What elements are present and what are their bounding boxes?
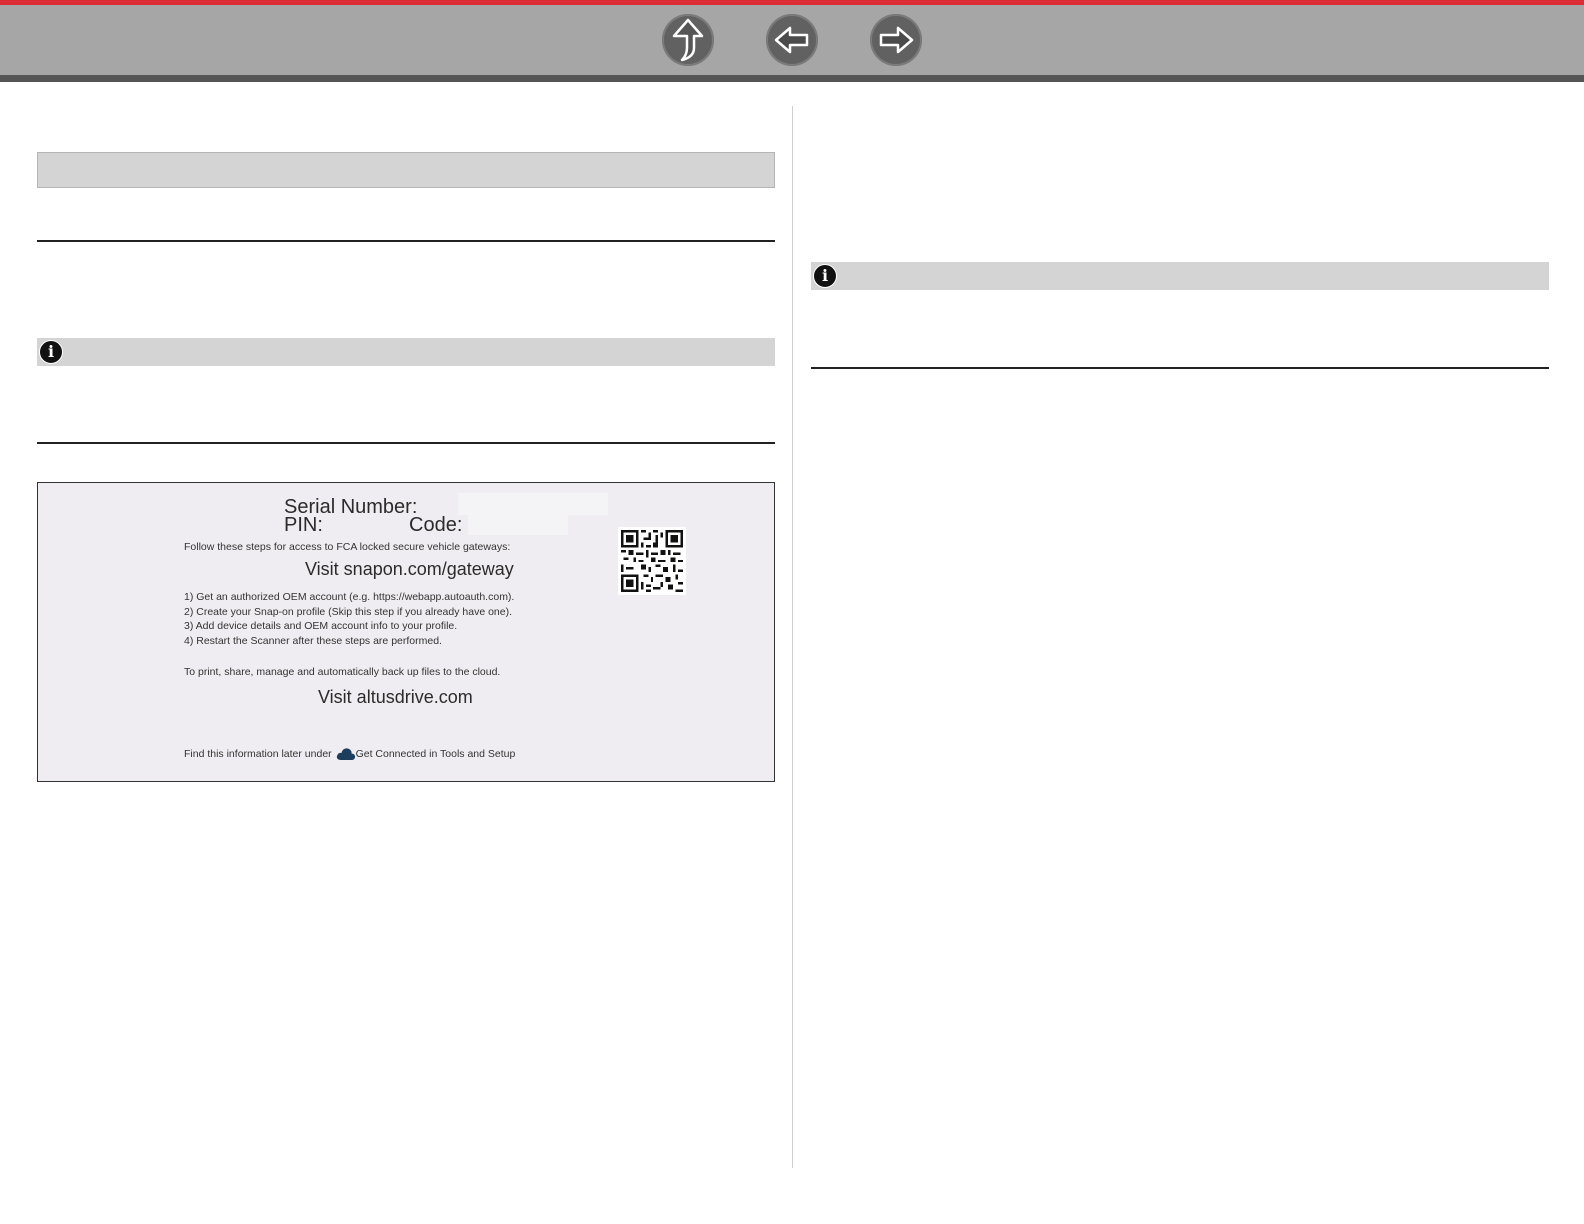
note-end-rule bbox=[811, 367, 1549, 369]
gateway-steps-list: 1) Get an authorized OEM account (e.g. h… bbox=[184, 590, 514, 648]
info-icon: i bbox=[39, 340, 63, 364]
figure-footer: Find this information later under Get Co… bbox=[184, 747, 515, 761]
visit-gateway-link: Visit snapon.com/gateway bbox=[305, 559, 514, 579]
gateway-steps-intro: Follow these steps for access to FCA loc… bbox=[184, 541, 511, 553]
column-divider bbox=[792, 106, 793, 1168]
footer-text-before: Find this information later under bbox=[184, 748, 335, 760]
section-rule bbox=[37, 240, 775, 242]
top-navigation-bar bbox=[0, 0, 1584, 82]
up-button[interactable] bbox=[662, 14, 714, 66]
visit-altusdrive-link: Visit altusdrive.com bbox=[318, 687, 473, 707]
serial-number-value-blank bbox=[458, 493, 608, 515]
code-label: Code: bbox=[409, 514, 463, 536]
get-connected-figure: Serial Number: PIN: Code: Follow these s… bbox=[37, 482, 775, 782]
left-arrow-icon bbox=[774, 26, 809, 54]
note-header-bar: i bbox=[811, 262, 1549, 290]
qr-code-icon bbox=[618, 527, 686, 595]
forward-button[interactable] bbox=[870, 14, 922, 66]
accent-strip bbox=[0, 0, 1584, 5]
pin-label: PIN: bbox=[284, 514, 323, 536]
note-end-rule bbox=[37, 442, 775, 444]
footer-text-after: Get Connected in Tools and Setup bbox=[355, 748, 516, 760]
back-button[interactable] bbox=[766, 14, 818, 66]
step-item: 2) Create your Snap-on profile (Skip thi… bbox=[184, 605, 513, 618]
step-item: 3) Add device details and OEM account in… bbox=[184, 620, 458, 632]
right-arrow-icon bbox=[879, 26, 914, 54]
cloud-intro-text: To print, share, manage and automaticall… bbox=[184, 666, 501, 678]
up-arrow-icon bbox=[672, 18, 704, 62]
cloud-icon bbox=[336, 748, 355, 760]
info-icon: i bbox=[813, 264, 837, 288]
note-header-bar: i bbox=[37, 338, 775, 366]
bottom-strip bbox=[0, 75, 1584, 82]
section-heading-bar bbox=[37, 152, 775, 188]
step-item: 4) Restart the Scanner after these steps… bbox=[184, 634, 442, 647]
code-value-blank bbox=[468, 515, 568, 535]
step-item: 1) Get an authorized OEM account (e.g. h… bbox=[184, 591, 515, 603]
